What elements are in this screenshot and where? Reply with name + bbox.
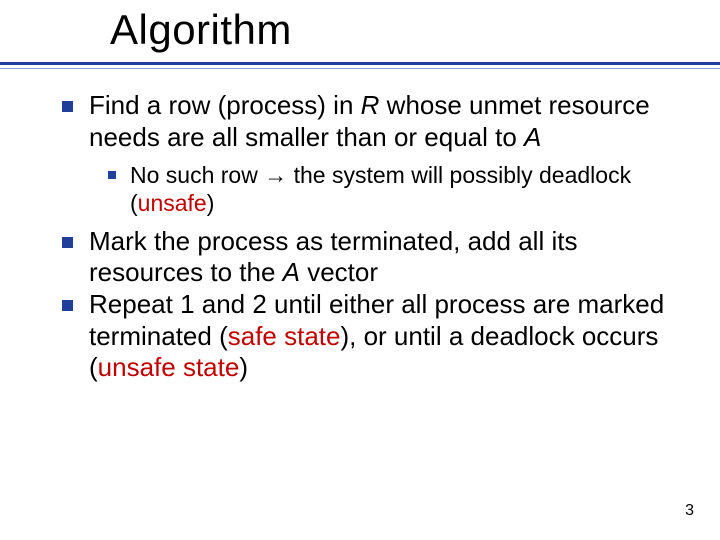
square-bullet-icon (62, 101, 73, 112)
bullet-1a: No such row → the system will possibly d… (108, 161, 696, 217)
text-fragment: ) (239, 352, 248, 382)
bullet-1a-text: No such row → the system will possibly d… (130, 161, 696, 217)
bullet-2: Mark the process as terminated, add all … (62, 226, 696, 289)
slide-title: Algorithm (110, 6, 292, 54)
italic-R: R (361, 90, 380, 120)
text-fragment: Find a row (process) in (89, 90, 361, 120)
text-fragment: ) (207, 190, 215, 216)
title-underline-shadow (0, 68, 720, 69)
square-bullet-icon (62, 237, 73, 248)
square-bullet-icon (62, 300, 73, 311)
italic-A: A (283, 257, 300, 287)
bullet-2-text: Mark the process as terminated, add all … (89, 226, 696, 289)
content-area: Find a row (process) in R whose unmet re… (62, 90, 696, 384)
title-underline (0, 62, 720, 65)
bullet-1-text: Find a row (process) in R whose unmet re… (89, 90, 696, 153)
unsafe-text: unsafe (138, 190, 207, 216)
arrow-icon: → (264, 162, 287, 188)
text-fragment: No such row (130, 162, 264, 188)
slide-container: Algorithm Find a row (process) in R whos… (0, 0, 720, 540)
unsafe-state-text: unsafe state (98, 352, 240, 382)
bullet-1: Find a row (process) in R whose unmet re… (62, 90, 696, 153)
text-fragment: vector (300, 257, 378, 287)
italic-A: A (524, 122, 541, 152)
page-number: 3 (685, 502, 694, 520)
bullet-3: Repeat 1 and 2 until either all process … (62, 289, 696, 384)
bullet-3-text: Repeat 1 and 2 until either all process … (89, 289, 696, 384)
safe-state-text: safe state (228, 321, 341, 351)
square-bullet-icon (108, 171, 116, 179)
